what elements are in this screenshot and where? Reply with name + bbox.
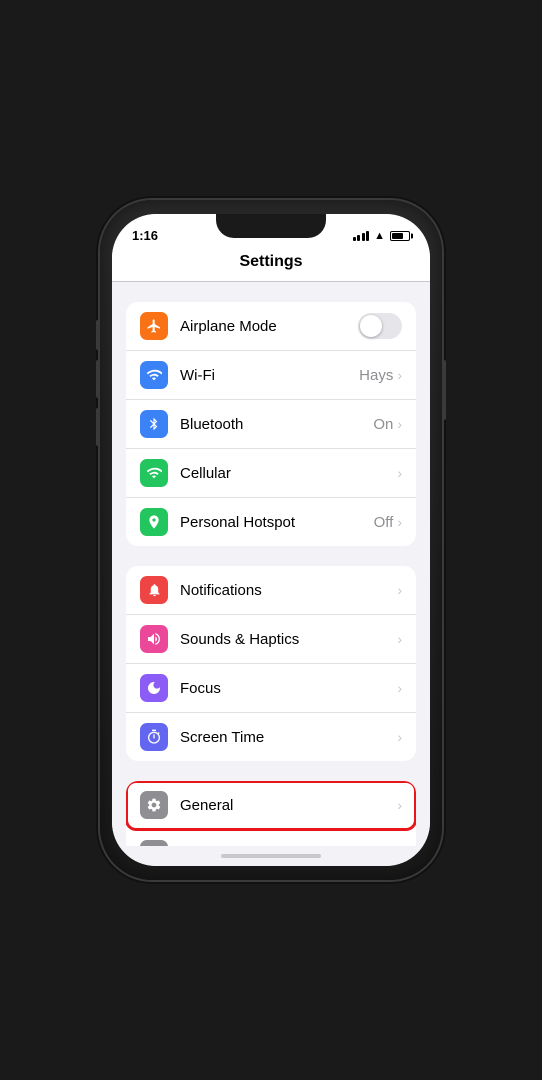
general-content: General › — [180, 797, 402, 814]
general-chevron: › — [397, 797, 402, 813]
settings-row-notifications[interactable]: Notifications › — [126, 566, 416, 615]
sounds-right: › — [397, 631, 402, 647]
hotspot-content: Personal Hotspot Off › — [180, 514, 402, 531]
wifi-content: Wi-Fi Hays › — [180, 367, 402, 384]
notifications-content: Notifications › — [180, 582, 402, 599]
bluetooth-chevron: › — [397, 416, 402, 432]
screen-time-icon — [140, 723, 168, 751]
bluetooth-label: Bluetooth — [180, 416, 243, 433]
cellular-chevron: › — [397, 465, 402, 481]
cellular-content: Cellular › — [180, 465, 402, 482]
battery-icon — [390, 231, 410, 241]
signal-bar-3 — [362, 233, 365, 241]
focus-content: Focus › — [180, 680, 402, 697]
settings-row-sounds[interactable]: Sounds & Haptics › — [126, 615, 416, 664]
cellular-label: Cellular — [180, 465, 231, 482]
home-indicator — [112, 846, 430, 866]
home-bar — [221, 854, 321, 858]
bluetooth-content: Bluetooth On › — [180, 416, 402, 433]
hotspot-icon — [140, 508, 168, 536]
notifications-chevron: › — [397, 582, 402, 598]
signal-icon — [353, 231, 370, 241]
general-icon — [140, 791, 168, 819]
control-center-icon — [140, 840, 168, 846]
settings-row-screen-time[interactable]: Screen Time › — [126, 713, 416, 761]
hotspot-label: Personal Hotspot — [180, 514, 295, 531]
settings-content[interactable]: Airplane Mode Wi-Fi Hays — [112, 282, 430, 846]
hotspot-chevron: › — [397, 514, 402, 530]
focus-right: › — [397, 680, 402, 696]
settings-row-airplane-mode[interactable]: Airplane Mode — [126, 302, 416, 351]
volume-up-button[interactable] — [96, 360, 100, 398]
wifi-icon — [140, 361, 168, 389]
settings-row-general[interactable]: General › — [126, 781, 416, 830]
control-center-content: Control Center › — [180, 846, 402, 847]
bluetooth-icon — [140, 410, 168, 438]
signal-bar-2 — [357, 235, 360, 241]
control-center-label: Control Center — [180, 846, 278, 847]
bluetooth-right: On › — [373, 416, 402, 433]
notch — [216, 214, 326, 238]
signal-bar-1 — [353, 237, 356, 241]
battery-fill — [392, 233, 403, 239]
airplane-mode-toggle[interactable] — [358, 313, 402, 339]
notifications-icon — [140, 576, 168, 604]
settings-row-cellular[interactable]: Cellular › — [126, 449, 416, 498]
wifi-label: Wi-Fi — [180, 367, 215, 384]
sounds-label: Sounds & Haptics — [180, 631, 299, 648]
focus-chevron: › — [397, 680, 402, 696]
settings-row-bluetooth[interactable]: Bluetooth On › — [126, 400, 416, 449]
general-right: › — [397, 797, 402, 813]
sounds-chevron: › — [397, 631, 402, 647]
focus-label: Focus — [180, 680, 221, 697]
sounds-content: Sounds & Haptics › — [180, 631, 402, 648]
page-title: Settings — [239, 253, 302, 270]
phone-frame: 1:16 ▲ Settings — [100, 200, 442, 880]
sounds-icon — [140, 625, 168, 653]
phone-screen: 1:16 ▲ Settings — [112, 214, 430, 866]
wifi-right: Hays › — [359, 367, 402, 384]
settings-row-personal-hotspot[interactable]: Personal Hotspot Off › — [126, 498, 416, 546]
status-time: 1:16 — [132, 228, 158, 243]
settings-row-wifi[interactable]: Wi-Fi Hays › — [126, 351, 416, 400]
wifi-value: Hays — [359, 367, 393, 384]
hotspot-right: Off › — [374, 514, 402, 531]
navigation-bar: Settings — [112, 249, 430, 282]
airplane-mode-icon — [140, 312, 168, 340]
general-label: General — [180, 797, 233, 814]
screen-time-chevron: › — [397, 729, 402, 745]
screen-time-content: Screen Time › — [180, 729, 402, 746]
cellular-icon — [140, 459, 168, 487]
wifi-chevron: › — [397, 367, 402, 383]
power-button[interactable] — [442, 360, 446, 420]
notifications-right: › — [397, 582, 402, 598]
notifications-label: Notifications — [180, 582, 262, 599]
screen-time-label: Screen Time — [180, 729, 264, 746]
hotspot-value: Off — [374, 514, 394, 531]
settings-group-connectivity: Airplane Mode Wi-Fi Hays — [126, 302, 416, 546]
wifi-status-icon: ▲ — [374, 230, 385, 242]
signal-bar-4 — [366, 231, 369, 241]
screen-time-right: › — [397, 729, 402, 745]
focus-icon — [140, 674, 168, 702]
settings-row-focus[interactable]: Focus › — [126, 664, 416, 713]
airplane-mode-label: Airplane Mode — [180, 318, 277, 335]
volume-down-button[interactable] — [96, 408, 100, 446]
settings-group-system: General › Control Center — [126, 781, 416, 846]
status-icons: ▲ — [353, 230, 410, 242]
settings-row-control-center[interactable]: Control Center › — [126, 830, 416, 846]
status-bar: 1:16 ▲ — [112, 214, 430, 249]
settings-group-notifications: Notifications › Sounds & Haptics — [126, 566, 416, 761]
cellular-right: › — [397, 465, 402, 481]
bluetooth-value: On — [373, 416, 393, 433]
airplane-mode-content: Airplane Mode — [180, 313, 402, 339]
